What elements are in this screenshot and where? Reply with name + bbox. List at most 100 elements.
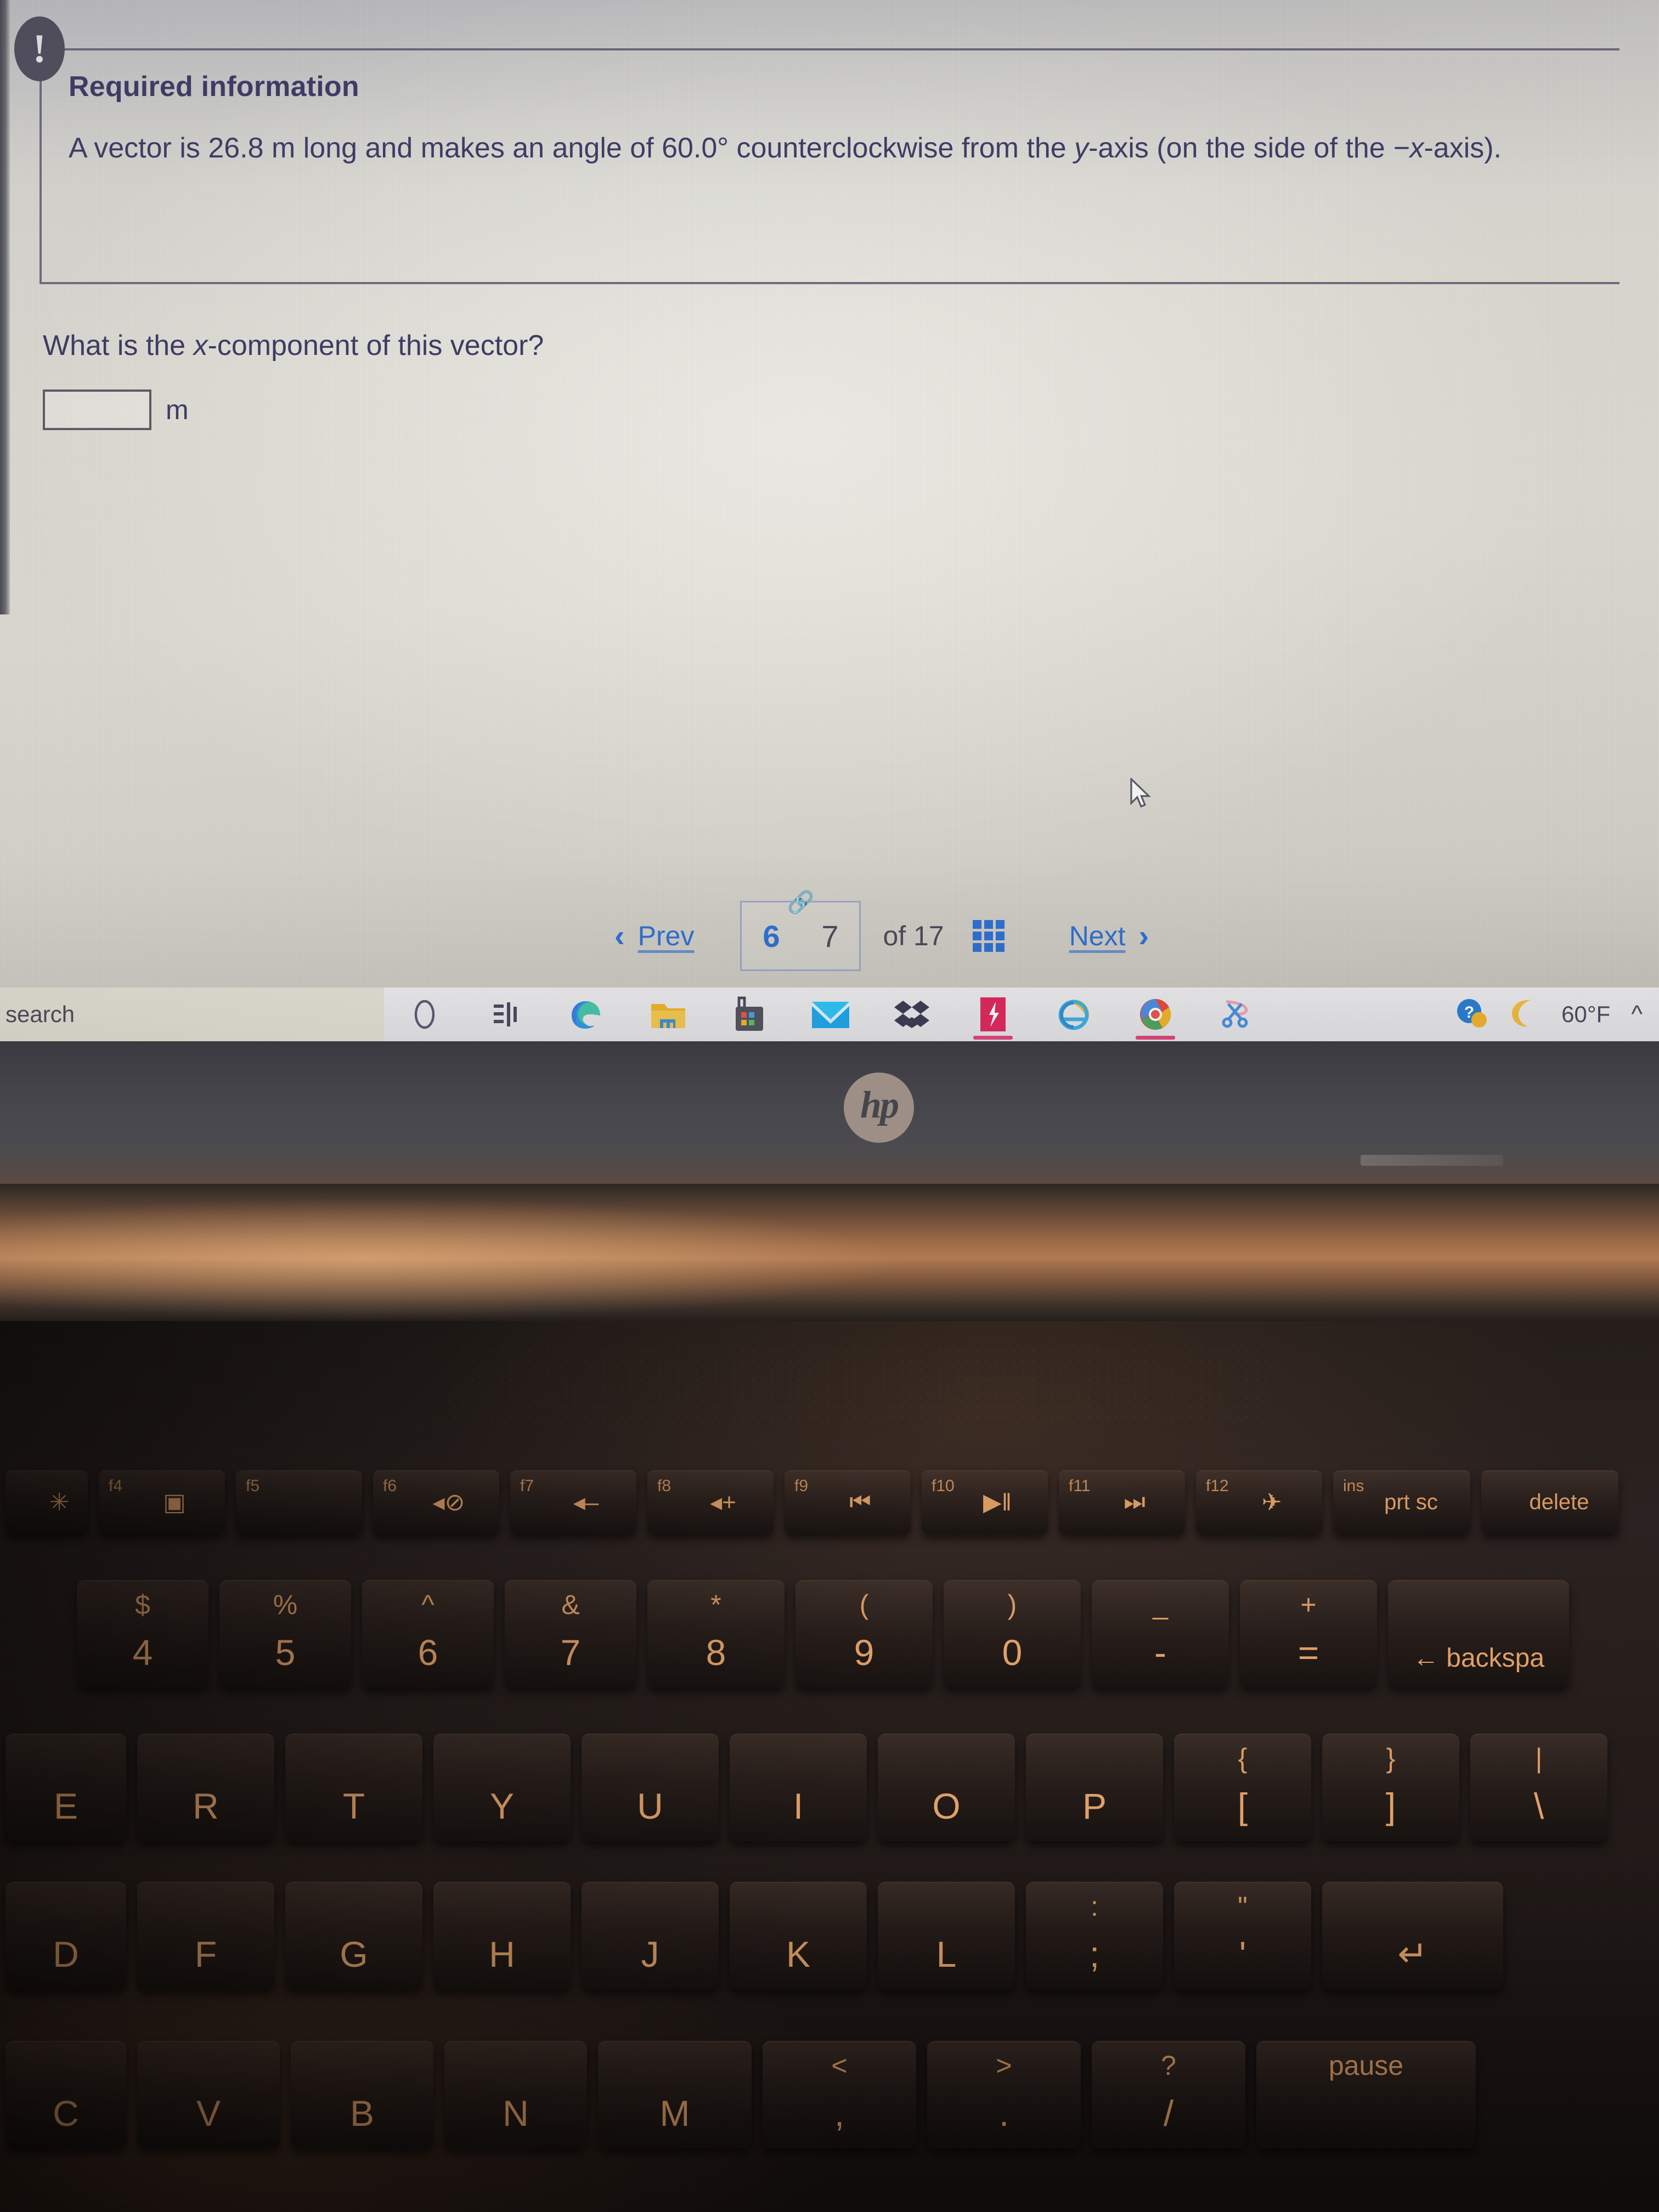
key-j[interactable]: J: [582, 1882, 719, 1989]
key-i[interactable]: I: [730, 1734, 867, 1841]
key-prt-sc[interactable]: ins prt sc: [1333, 1470, 1470, 1534]
key-n[interactable]: N: [444, 2041, 587, 2148]
key-c[interactable]: C: [5, 2041, 126, 2148]
key-pause[interactable]: pause: [1256, 2041, 1476, 2148]
key-fn-glyph-icon: ◂⊘: [432, 1488, 465, 1516]
key-primary-label: ;: [1089, 1934, 1100, 1974]
grid-cell: [995, 932, 1005, 940]
key-h[interactable]: H: [433, 1882, 571, 1989]
key-primary-label: J: [641, 1934, 659, 1974]
key-f9[interactable]: f9 ⏮: [785, 1470, 911, 1534]
keyboard-bottom-row: C V B N M <, >.? / pause: [0, 2041, 1659, 2148]
chrome-browser-icon[interactable]: [1115, 988, 1196, 1041]
key-\[interactable]: | \: [1470, 1734, 1607, 1841]
snipping-tool-icon[interactable]: [1196, 988, 1277, 1041]
prev-button[interactable]: ‹ Prev: [614, 920, 694, 952]
help-question-icon[interactable]: ?: [1454, 996, 1489, 1034]
key-f7[interactable]: f7 ◂–: [510, 1470, 636, 1534]
bitdefender-icon[interactable]: [952, 988, 1034, 1041]
key-d[interactable]: D: [5, 1882, 126, 1989]
key-primary-label: O: [932, 1786, 961, 1826]
task-view-icon[interactable]: [465, 988, 546, 1041]
key-5[interactable]: % 5: [219, 1580, 351, 1688]
key-shift-label: *: [710, 1589, 721, 1620]
key-↵[interactable]: ↵: [1322, 1882, 1503, 1989]
key-/[interactable]: ? /: [1092, 2041, 1245, 2148]
key-primary-label: =: [1297, 1632, 1319, 1673]
key-f11[interactable]: f11 ⏭: [1059, 1470, 1185, 1534]
key-primary-label: N: [503, 2093, 529, 2134]
key-0[interactable]: ) 0: [944, 1580, 1081, 1688]
key-6[interactable]: ^ 6: [362, 1580, 494, 1688]
cortana-circle-icon[interactable]: [384, 988, 465, 1041]
key-.[interactable]: >.: [927, 2041, 1081, 2148]
key-k[interactable]: K: [730, 1882, 867, 1989]
key-f6[interactable]: f6 ◂⊘: [373, 1470, 499, 1534]
key-u[interactable]: U: [582, 1734, 719, 1841]
key-v[interactable]: V: [137, 2041, 280, 2148]
key-b[interactable]: B: [291, 2041, 433, 2148]
key-'[interactable]: " ': [1174, 1882, 1311, 1989]
bezel-sticker: [1361, 1155, 1503, 1166]
internet-explorer-icon[interactable]: [1034, 988, 1115, 1041]
key-,[interactable]: <,: [763, 2041, 916, 2148]
key-p[interactable]: P: [1026, 1734, 1163, 1841]
key-[[interactable]: {[: [1174, 1734, 1311, 1841]
key-←-backspa[interactable]: ← backspa: [1388, 1580, 1569, 1688]
key-shift-label: pause: [1328, 2050, 1404, 2081]
key-9[interactable]: (9: [795, 1580, 933, 1688]
answer-input[interactable]: [43, 390, 151, 430]
key-shift-label: (: [859, 1589, 869, 1620]
microsoft-store-icon[interactable]: [709, 988, 790, 1041]
key-f[interactable]: F: [137, 1882, 274, 1989]
key-fn-label: f4: [109, 1477, 123, 1495]
taskbar-search-label: search: [5, 1001, 75, 1027]
key-e[interactable]: E: [5, 1734, 126, 1841]
key-f5[interactable]: f5: [236, 1470, 362, 1534]
speaker-grille: [450, 1347, 1273, 1418]
moon-icon[interactable]: [1510, 997, 1541, 1032]
key-shift-label: |: [1535, 1743, 1543, 1774]
key-m[interactable]: M: [598, 2041, 752, 2148]
mail-icon[interactable]: [790, 988, 871, 1041]
key-primary-label: ← backspa: [1412, 1644, 1545, 1673]
key--[interactable]: _ -: [1092, 1580, 1229, 1688]
key-fn-label: f11: [1069, 1477, 1091, 1495]
key-f4[interactable]: f4 ▣: [99, 1470, 225, 1534]
key-g[interactable]: G: [285, 1882, 422, 1989]
key-4[interactable]: $4: [77, 1580, 208, 1688]
key-t[interactable]: T: [285, 1734, 422, 1841]
grid-cell: [984, 932, 993, 940]
chevron-up-icon[interactable]: ^: [1631, 1002, 1643, 1026]
key-l[interactable]: L: [878, 1882, 1015, 1989]
key-;[interactable]: :;: [1026, 1882, 1163, 1989]
key-=[interactable]: + =: [1240, 1580, 1377, 1688]
key-y[interactable]: Y: [433, 1734, 571, 1841]
next-button[interactable]: Next ›: [1069, 920, 1149, 952]
key-8[interactable]: * 8: [647, 1580, 785, 1688]
taskbar-search-box[interactable]: search: [0, 988, 384, 1041]
key-fn[interactable]: ✳: [5, 1470, 88, 1534]
key-shift-label: &: [561, 1589, 580, 1620]
key-7[interactable]: & 7: [505, 1580, 636, 1688]
key-primary-label: [: [1237, 1786, 1248, 1826]
edge-browser-icon[interactable]: [546, 988, 628, 1041]
key-r[interactable]: R: [137, 1734, 274, 1841]
key-primary-label: 8: [706, 1632, 726, 1673]
key-][interactable]: }]: [1322, 1734, 1459, 1841]
dropbox-icon[interactable]: [871, 988, 952, 1041]
key-primary-label: T: [342, 1786, 365, 1826]
key-o[interactable]: O: [878, 1734, 1015, 1841]
key-delete[interactable]: delete: [1481, 1470, 1618, 1534]
file-explorer-icon[interactable]: [628, 988, 709, 1041]
key-f10[interactable]: f10 ▶‖: [922, 1470, 1048, 1534]
pagination-bar: ‹ Prev 🔗 6 7 of 17 Next ›: [614, 891, 1149, 971]
key-primary-label: 0: [1002, 1632, 1023, 1673]
key-fn-word: delete: [1529, 1489, 1589, 1514]
key-f12[interactable]: f12 ✈: [1196, 1470, 1322, 1534]
page-number-input[interactable]: 🔗 6 7: [740, 891, 861, 971]
key-f8[interactable]: f8 ◂+: [647, 1470, 774, 1534]
key-fn-glyph-icon: ◂–: [573, 1488, 599, 1516]
grid-view-icon[interactable]: [972, 920, 1005, 952]
callout-bottom-rule: [40, 282, 1620, 284]
